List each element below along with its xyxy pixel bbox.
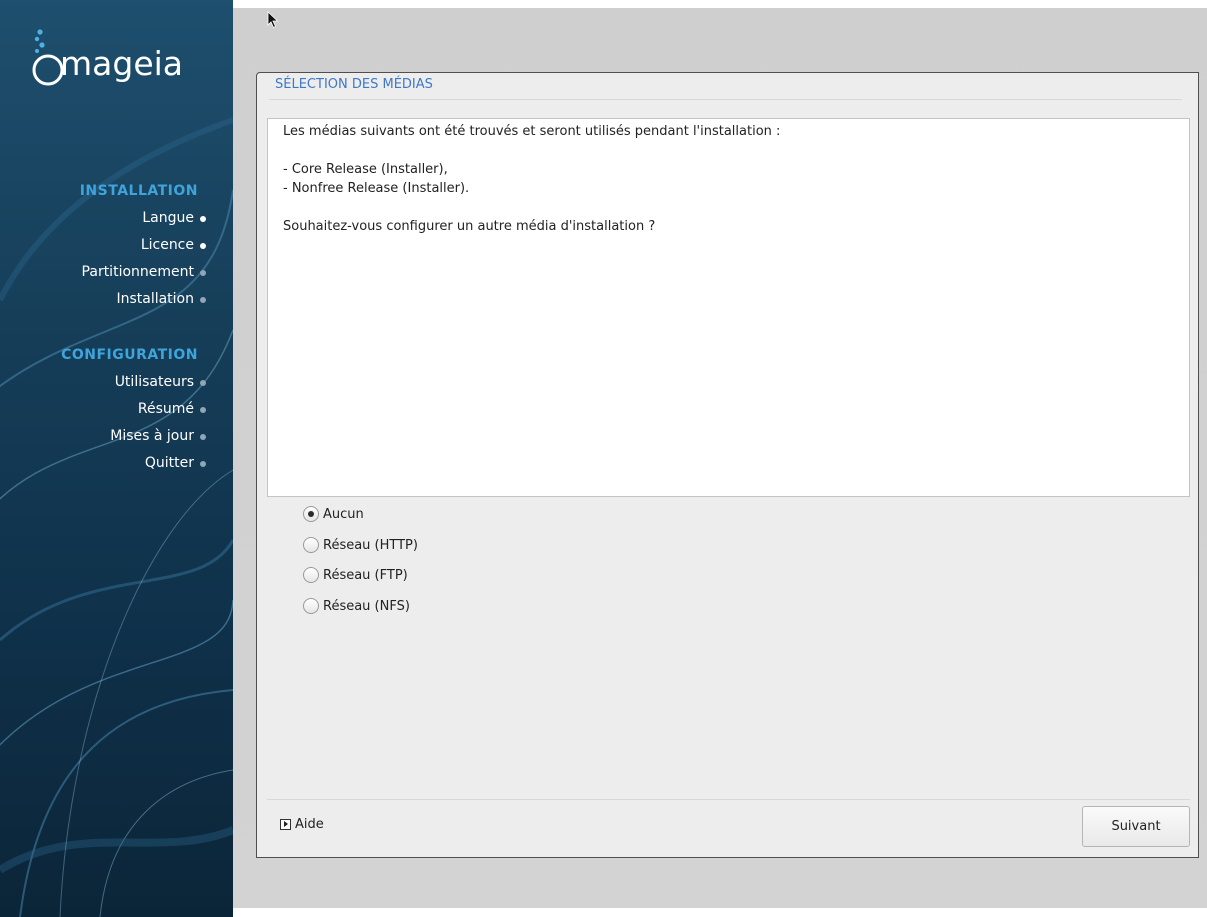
title-divider bbox=[269, 99, 1182, 100]
sidebar-step-langue: Langue bbox=[142, 210, 206, 226]
brand-wordmark: mageia bbox=[60, 44, 184, 83]
panel-title: SÉLECTION DES MÉDIAS bbox=[275, 77, 433, 92]
radio-option-aucun[interactable]: Aucun bbox=[303, 504, 364, 524]
mouse-pointer-icon bbox=[267, 11, 279, 29]
media-selection-panel: SÉLECTION DES MÉDIAS Les médias suivants… bbox=[256, 72, 1199, 858]
sidebar-step-label: Résumé bbox=[137, 401, 194, 417]
sidebar-step-partitionnement: Partitionnement bbox=[81, 264, 206, 280]
sidebar-section-installation: INSTALLATION bbox=[79, 183, 198, 199]
sidebar-step-mises-a-jour: Mises à jour bbox=[110, 428, 206, 444]
sidebar-background-swirls bbox=[0, 117, 233, 917]
radio-label: Réseau (FTP) bbox=[323, 567, 408, 583]
sidebar: mageia INSTALLATION Langue Licence Parti… bbox=[0, 0, 233, 917]
radio-button[interactable] bbox=[303, 598, 319, 614]
media-item: - Core Release (Installer), bbox=[283, 162, 448, 177]
radio-button-checked[interactable] bbox=[303, 506, 319, 522]
sidebar-step-quitter: Quitter bbox=[144, 455, 206, 471]
sidebar-step-label: Mises à jour bbox=[110, 428, 194, 444]
sidebar-step-resume: Résumé bbox=[137, 401, 206, 417]
step-status-dot-icon bbox=[200, 380, 206, 386]
step-status-dot-icon bbox=[200, 243, 206, 249]
radio-label: Réseau (HTTP) bbox=[323, 537, 418, 553]
sidebar-step-installation: Installation bbox=[116, 291, 206, 307]
expand-triangle-icon[interactable] bbox=[280, 819, 291, 830]
radio-option-reseau-ftp[interactable]: Réseau (FTP) bbox=[303, 565, 408, 585]
sidebar-step-utilisateurs: Utilisateurs bbox=[114, 374, 206, 390]
help-expander[interactable]: Aide bbox=[280, 817, 324, 832]
sidebar-section-configuration: CONFIGURATION bbox=[61, 347, 198, 363]
footer-divider bbox=[267, 799, 1190, 800]
sidebar-step-label: Utilisateurs bbox=[114, 374, 194, 390]
media-message-box: Les médias suivants ont été trouvés et s… bbox=[267, 118, 1190, 497]
top-strip bbox=[233, 0, 1207, 8]
radio-button[interactable] bbox=[303, 567, 319, 583]
help-label: Aide bbox=[295, 817, 324, 832]
sidebar-step-label: Licence bbox=[140, 237, 194, 253]
radio-option-reseau-http[interactable]: Réseau (HTTP) bbox=[303, 535, 418, 555]
sidebar-step-licence: Licence bbox=[140, 237, 206, 253]
radio-option-reseau-nfs[interactable]: Réseau (NFS) bbox=[303, 596, 410, 616]
step-status-dot-icon bbox=[200, 270, 206, 276]
sidebar-step-label: Installation bbox=[116, 291, 194, 307]
step-status-dot-icon bbox=[200, 297, 206, 303]
sidebar-step-label: Quitter bbox=[144, 455, 194, 471]
media-item: - Nonfree Release (Installer). bbox=[283, 181, 470, 196]
radio-button[interactable] bbox=[303, 537, 319, 553]
message-intro: Les médias suivants ont été trouvés et s… bbox=[283, 124, 781, 139]
step-status-dot-icon bbox=[200, 461, 206, 467]
message-question: Souhaitez-vous configurer un autre média… bbox=[283, 219, 656, 234]
radio-label: Aucun bbox=[323, 506, 364, 522]
next-button[interactable]: Suivant bbox=[1082, 806, 1190, 847]
step-status-dot-icon bbox=[200, 216, 206, 222]
radio-label: Réseau (NFS) bbox=[323, 598, 410, 614]
step-status-dot-icon bbox=[200, 434, 206, 440]
sidebar-step-label: Partitionnement bbox=[81, 264, 194, 280]
step-status-dot-icon bbox=[200, 407, 206, 413]
sidebar-step-label: Langue bbox=[142, 210, 194, 226]
bottom-strip bbox=[233, 908, 1207, 917]
